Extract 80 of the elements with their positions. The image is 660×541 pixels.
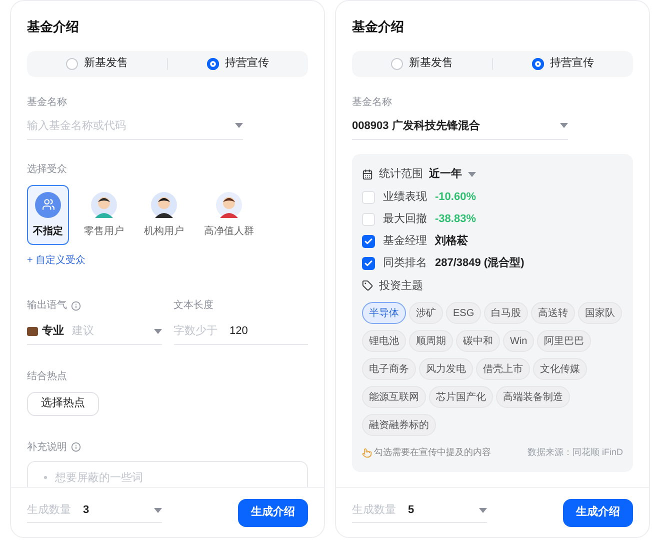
stat-value: -38.83% xyxy=(435,212,476,227)
field-label: 输出语气 xyxy=(27,298,67,313)
checkbox[interactable] xyxy=(362,256,375,270)
field-label: 文本长度 xyxy=(174,298,214,313)
count-select[interactable]: 生成数量 5 xyxy=(352,502,487,523)
users-icon xyxy=(35,192,61,218)
theme-tag[interactable]: ESG xyxy=(446,302,482,324)
theme-tag[interactable]: 锂电池 xyxy=(362,330,406,352)
theme-tag[interactable]: 碳中和 xyxy=(456,330,500,352)
field-label: 基金名称 xyxy=(27,96,67,110)
info-icon xyxy=(71,442,81,452)
avatar-figure xyxy=(91,192,117,218)
theme-tag[interactable]: 高端装备制造 xyxy=(496,386,570,408)
themes-label: 投资主题 xyxy=(379,278,423,294)
tag-icon xyxy=(362,280,373,292)
stat-label: 最大回撤 xyxy=(383,212,427,227)
stat-label: 业绩表现 xyxy=(383,190,427,205)
theme-tag[interactable]: 国家队 xyxy=(578,302,622,324)
theme-tag[interactable]: 顺周期 xyxy=(409,330,453,352)
card-title: 基金介绍 xyxy=(27,18,80,36)
theme-tag[interactable]: Win xyxy=(503,330,534,352)
info-icon xyxy=(71,300,81,310)
theme-tag[interactable]: 风力发电 xyxy=(419,358,473,380)
custom-audience-link[interactable]: + 自定义受众 xyxy=(27,253,308,268)
theme-tag[interactable]: 半导体 xyxy=(362,302,406,324)
range-label: 统计范围 xyxy=(379,166,423,182)
theme-tag[interactable]: 阿里巴巴 xyxy=(537,330,592,352)
radio-option[interactable]: 持营宣传 xyxy=(207,55,269,72)
hint-text: 勾选需要在宣传中提及的内容 xyxy=(374,446,491,459)
theme-tag[interactable]: 借壳上市 xyxy=(476,358,530,380)
stat-label: 基金经理 xyxy=(383,234,427,249)
calendar-icon xyxy=(362,168,373,180)
theme-tag[interactable]: 涉矿 xyxy=(409,302,443,324)
select-hotspot-button[interactable]: 选择热点 xyxy=(27,392,99,416)
card-title: 基金介绍 xyxy=(352,18,405,36)
range-select[interactable]: 近一年 xyxy=(429,166,476,182)
radio-option[interactable]: 新基发售 xyxy=(66,55,128,72)
caret-icon xyxy=(468,172,476,177)
audience-option[interactable]: 零售用户 xyxy=(79,185,129,245)
theme-tag[interactable]: 电子商务 xyxy=(362,358,416,380)
stat-label: 同类排名 xyxy=(383,256,427,271)
audience-option[interactable]: 不指定 xyxy=(27,185,69,245)
check-icon xyxy=(364,258,373,268)
pointer-icon xyxy=(362,448,372,458)
audience-option[interactable]: 机构用户 xyxy=(139,185,189,245)
field-label: 结合热点 xyxy=(27,370,67,384)
stat-value: 287/3849 (混合型) xyxy=(435,256,524,271)
theme-tag[interactable]: 高送转 xyxy=(531,302,576,324)
placeholder-line: 想要屏蔽的一些词 xyxy=(55,470,143,486)
bullet-icon xyxy=(44,476,47,480)
caret-icon xyxy=(235,123,243,128)
fund-select[interactable]: 008903 广发科技先锋混合 xyxy=(352,118,568,140)
caret-icon xyxy=(154,328,162,334)
count-select[interactable]: 生成数量 3 xyxy=(27,502,162,523)
radio-option[interactable]: 新基发售 xyxy=(391,55,453,72)
generate-button[interactable]: 生成介绍 xyxy=(238,498,308,526)
check-icon xyxy=(364,236,373,246)
theme-tag[interactable]: 文化传媒 xyxy=(533,358,587,380)
theme-tag[interactable]: 芯片国产化 xyxy=(429,386,493,408)
avatar-figure xyxy=(216,192,242,218)
generate-button[interactable]: 生成介绍 xyxy=(563,498,633,526)
theme-tag[interactable]: 融资融券标的 xyxy=(362,414,436,436)
briefcase-icon xyxy=(27,326,38,336)
data-source: 数据来源：同花顺 iFinD xyxy=(527,446,623,459)
avatar-figure xyxy=(151,192,177,218)
radio-option[interactable]: 持营宣传 xyxy=(532,55,594,72)
tone-select[interactable]: 专业 建议 xyxy=(27,323,162,344)
field-label: 基金名称 xyxy=(352,96,392,110)
audience-option[interactable]: 高净值人群 xyxy=(199,185,259,245)
stat-value: 刘格菘 xyxy=(435,234,468,249)
caret-icon xyxy=(560,123,568,128)
theme-tag[interactable]: 白马股 xyxy=(484,302,528,324)
checkbox[interactable] xyxy=(362,234,375,248)
field-label: 选择受众 xyxy=(27,162,67,177)
caret-icon xyxy=(154,508,162,513)
caret-icon xyxy=(479,508,487,513)
stat-value: -10.60% xyxy=(435,190,476,205)
theme-tag[interactable]: 能源互联网 xyxy=(362,386,426,408)
field-label: 补充说明 xyxy=(27,440,67,454)
length-field[interactable]: 字数少于 120 xyxy=(174,323,308,344)
